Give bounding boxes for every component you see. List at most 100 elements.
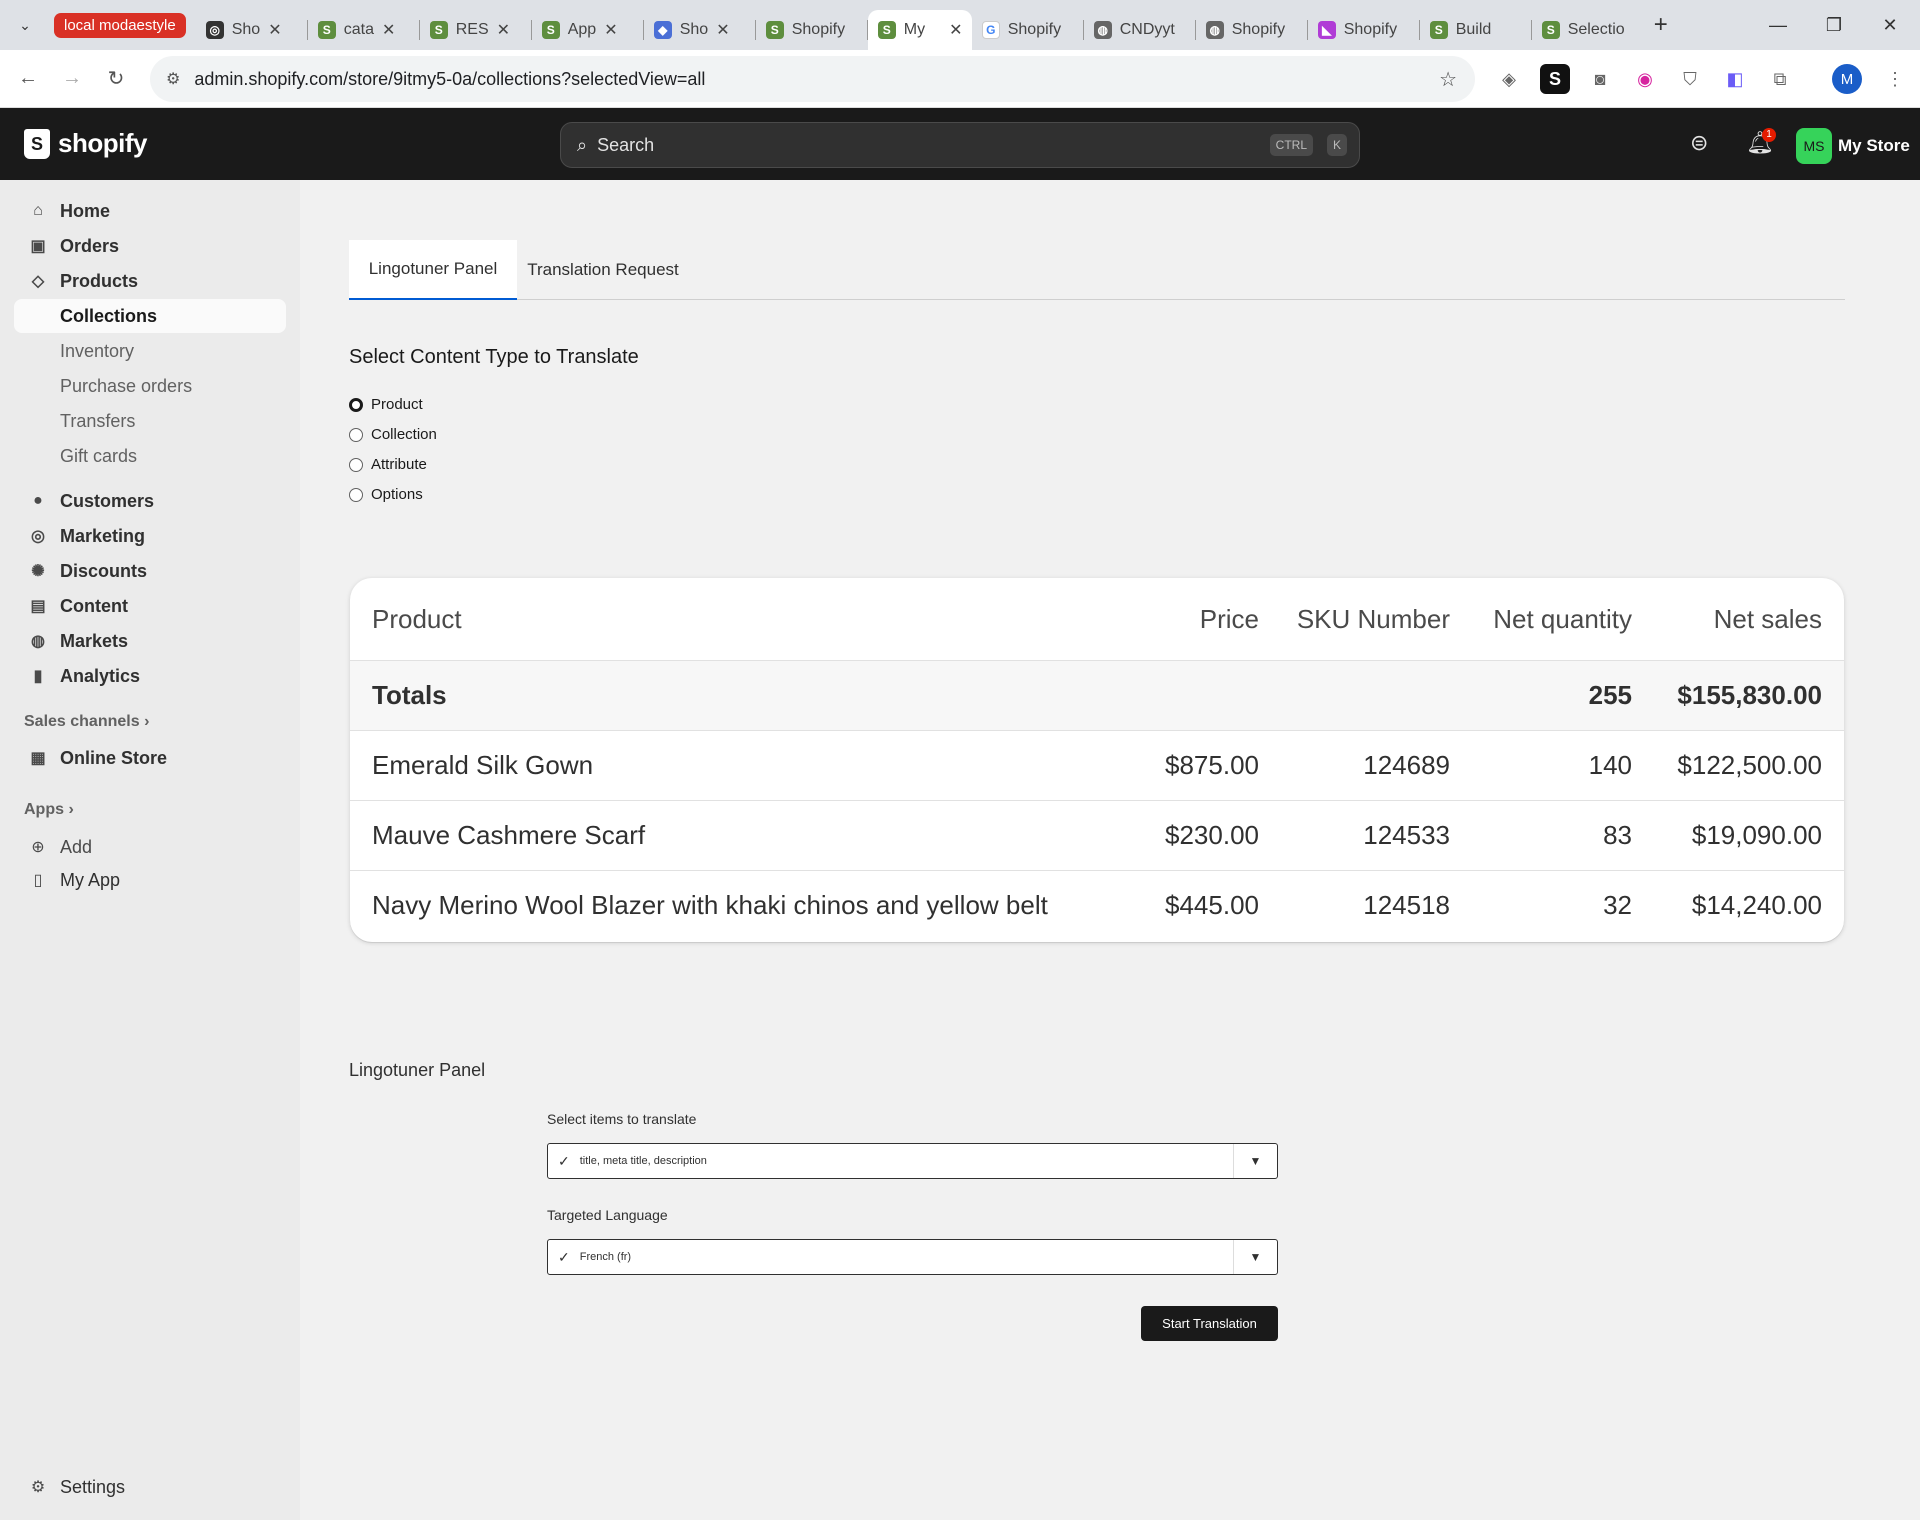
sidebar-item-label: Add: [60, 836, 93, 857]
sidebar-item-settings[interactable]: ⚙ Settings: [14, 1470, 286, 1504]
close-window-icon[interactable]: ✕: [1862, 0, 1918, 50]
sidebar-item-online-store[interactable]: ▦ Online Store: [14, 741, 286, 775]
sidebar-item-label: Marketing: [60, 525, 146, 546]
tab-title: App: [567, 21, 597, 38]
browser-tab[interactable]: ◣ Shopify: [1308, 10, 1420, 50]
sidebar-item-collections[interactable]: Collections: [14, 299, 286, 333]
radio-options[interactable]: Options: [349, 486, 423, 503]
extension-icon[interactable]: ◈: [1494, 64, 1524, 94]
sidebar-item-gift-cards[interactable]: Gift cards: [14, 439, 286, 473]
close-tab-icon[interactable]: ✕: [716, 20, 729, 40]
language-select[interactable]: ✓ French (fr) ▼: [547, 1239, 1278, 1275]
browser-tab[interactable]: S RES ✕: [420, 10, 532, 50]
sidebar-item-analytics[interactable]: ▮ Analytics: [14, 659, 286, 693]
forward-icon[interactable]: →: [50, 57, 94, 101]
apps-heading[interactable]: Apps ›: [24, 801, 74, 819]
column-header-net-sales[interactable]: Net sales: [1714, 578, 1822, 660]
profile-avatar[interactable]: M: [1832, 64, 1862, 94]
browser-tab[interactable]: G Shopify: [972, 10, 1084, 50]
reload-icon[interactable]: ↻: [94, 57, 138, 101]
store-name[interactable]: My Store: [1838, 136, 1910, 156]
table-row[interactable]: Mauve Cashmere Scarf $230.00 124533 83 $…: [350, 800, 1844, 870]
tab-lingotuner-panel[interactable]: Lingotuner Panel: [349, 240, 517, 300]
store-avatar[interactable]: MS: [1796, 128, 1832, 164]
column-header-price[interactable]: Price: [1200, 578, 1259, 660]
shield-icon[interactable]: ⛉: [1675, 64, 1705, 94]
browser-tab[interactable]: S Shopify: [756, 10, 868, 50]
close-tab-icon[interactable]: ✕: [382, 20, 395, 40]
tab-title: Sho: [679, 21, 709, 38]
new-tab-icon[interactable]: +: [1654, 11, 1668, 39]
chevron-down-icon[interactable]: ▼: [1233, 1144, 1277, 1178]
sidebar-item-markets[interactable]: ◍ Markets: [14, 624, 286, 658]
browser-tab[interactable]: Scata ✕: [308, 10, 420, 50]
close-tab-icon[interactable]: ✕: [268, 20, 281, 40]
radio-button[interactable]: [349, 487, 363, 502]
column-header-product[interactable]: Product: [372, 578, 462, 660]
close-tab-icon[interactable]: ✕: [497, 20, 510, 40]
browser-tab[interactable]: ◍ Shopify: [1196, 10, 1308, 50]
table-row[interactable]: Emerald Silk Gown $875.00 124689 140 $12…: [350, 730, 1844, 800]
radio-button[interactable]: [349, 427, 363, 442]
column-header-sku[interactable]: SKU Number: [1297, 578, 1450, 660]
radio-label: Options: [371, 486, 423, 503]
close-tab-icon[interactable]: ✕: [604, 20, 617, 40]
site-info-icon[interactable]: ⚙: [166, 69, 180, 89]
sidebar-item-inventory[interactable]: Inventory: [14, 334, 286, 368]
tab-search-icon[interactable]: ⌄: [12, 12, 38, 38]
extension-d-icon[interactable]: ◧: [1720, 64, 1750, 94]
puzzle-icon[interactable]: ⧉: [1765, 64, 1795, 94]
browser-tab[interactable]: ◍ CNDyyt: [1084, 10, 1196, 50]
globe-icon: ◍: [1093, 21, 1112, 39]
sidebar-item-content[interactable]: ▤ Content: [14, 589, 286, 623]
sidebar-item-my-app[interactable]: ▯ My App: [14, 863, 286, 897]
browser-tab[interactable]: S App ✕: [532, 10, 644, 50]
browser-tab[interactable]: S Build: [1420, 10, 1532, 50]
browser-tab[interactable]: ◎ Sho ✕: [196, 10, 308, 50]
language-label: Targeted Language: [547, 1207, 668, 1223]
tab-title: CNDyyt: [1119, 21, 1175, 38]
sidebar-item-customers[interactable]: ● Customers: [14, 484, 286, 518]
sales-channels-heading[interactable]: Sales channels ›: [24, 713, 149, 731]
close-tab-icon[interactable]: ✕: [949, 20, 962, 40]
radio-attribute[interactable]: Attribute: [349, 456, 427, 473]
items-select[interactable]: ✓ title, meta title, description ▼: [547, 1143, 1278, 1179]
radio-collection[interactable]: Collection: [349, 426, 437, 443]
bookmark-star-icon[interactable]: ☆: [1439, 67, 1457, 92]
browser-tab[interactable]: S Selectio: [1532, 10, 1644, 50]
sidebar-item-purchase-orders[interactable]: Purchase orders: [14, 369, 286, 403]
table-row[interactable]: Navy Merino Wool Blazer with khaki chino…: [350, 870, 1844, 940]
sidebar-item-add[interactable]: ⊕ Add: [14, 830, 286, 864]
url-text[interactable]: admin.shopify.com/store/9itmy5-0a/collec…: [194, 69, 705, 90]
sidebar-item-marketing[interactable]: ◎ Marketing: [14, 519, 286, 553]
sidebar-item-label: Settings: [60, 1476, 126, 1497]
browser-tab[interactable]: ◆ Sho ✕: [644, 10, 756, 50]
chevron-down-icon[interactable]: ▼: [1233, 1240, 1277, 1274]
sidebar-item-orders[interactable]: ▣ Orders: [14, 229, 286, 263]
browser-menu-icon[interactable]: ⋮: [1880, 64, 1910, 94]
browser-tab-active[interactable]: S My ✕: [867, 10, 972, 50]
start-translation-button[interactable]: Start Translation: [1141, 1306, 1278, 1341]
radio-product[interactable]: Product: [349, 396, 423, 413]
restore-icon[interactable]: ❐: [1806, 0, 1862, 50]
tab-group-chip[interactable]: local modaestyle: [54, 12, 186, 38]
shopify-logo[interactable]: shopify: [24, 128, 147, 159]
url-bar[interactable]: ⚙ admin.shopify.com/store/9itmy5-0a/coll…: [150, 56, 1475, 102]
minimize-icon[interactable]: —: [1750, 0, 1806, 50]
sidekick-icon[interactable]: ⊜: [1690, 130, 1708, 156]
radio-button[interactable]: [349, 457, 363, 472]
camera-icon[interactable]: ◙: [1585, 64, 1615, 94]
instagram-icon[interactable]: ◉: [1630, 64, 1660, 94]
sidebar-item-discounts[interactable]: ✺ Discounts: [14, 554, 286, 588]
sidebar-item-home[interactable]: ⌂ Home: [14, 194, 286, 228]
sidebar-item-transfers[interactable]: Transfers: [14, 404, 286, 438]
extension-s-icon[interactable]: S: [1540, 64, 1570, 94]
radio-button[interactable]: [349, 397, 363, 412]
product-sku: 124533: [1363, 820, 1450, 850]
column-header-net-quantity[interactable]: Net quantity: [1493, 578, 1632, 660]
back-icon[interactable]: ←: [6, 57, 50, 101]
search-input[interactable]: ⌕ Search CTRL K: [560, 122, 1360, 168]
sidebar-item-products[interactable]: ◇ Products: [14, 264, 286, 298]
tab-translation-request[interactable]: Translation Request: [517, 240, 689, 300]
totals-label: Totals: [372, 680, 447, 710]
